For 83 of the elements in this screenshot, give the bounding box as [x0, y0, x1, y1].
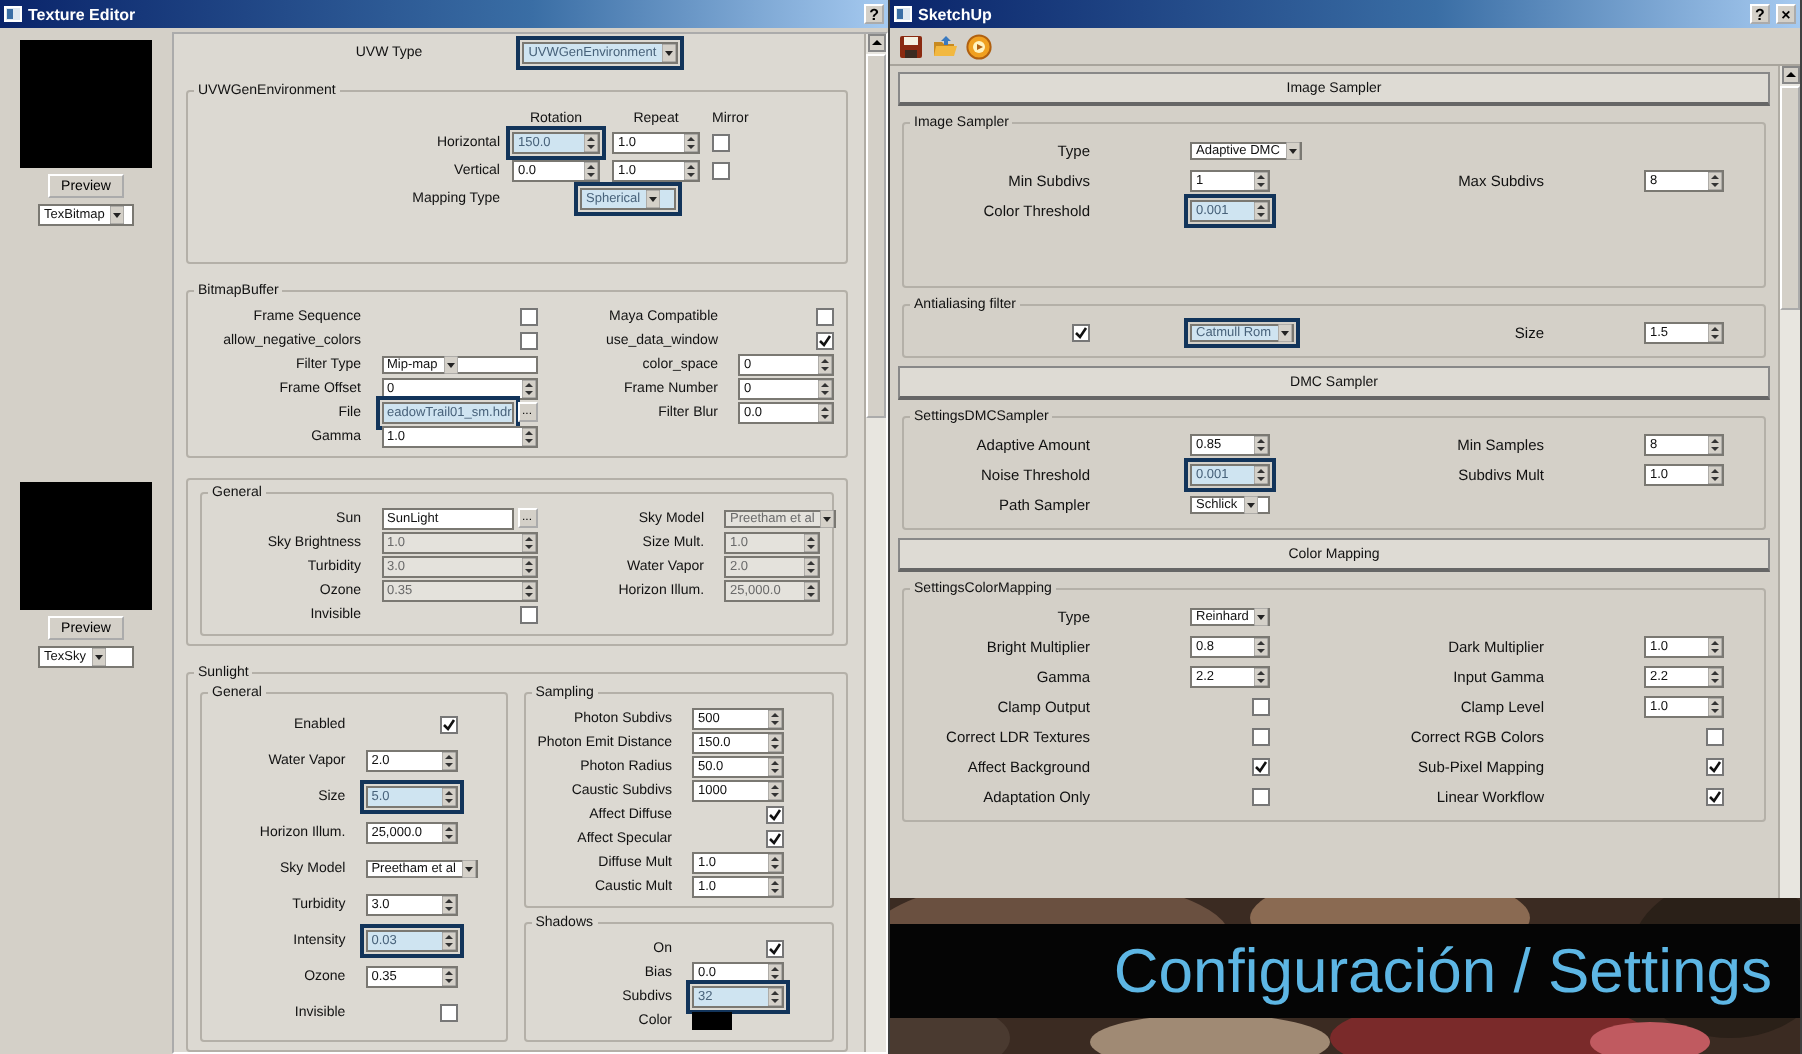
spinner-arrows-icon[interactable] [521, 379, 535, 397]
checkbox[interactable] [1252, 728, 1270, 746]
spinner-arrows-icon[interactable] [1708, 436, 1722, 454]
dropdown-arrow-icon[interactable] [1243, 496, 1258, 514]
checkbox[interactable] [439, 715, 458, 734]
dropdown-arrow-icon[interactable] [461, 859, 476, 878]
spinner-arrows-icon[interactable] [584, 162, 598, 180]
title-bar-button[interactable]: × [1776, 4, 1796, 24]
dropdown-arrow-icon[interactable] [1254, 608, 1269, 626]
dropdown-arrow-icon[interactable] [443, 355, 458, 373]
spinner-arrows-icon[interactable] [684, 134, 698, 152]
spinner-arrows-icon[interactable] [818, 355, 833, 373]
spinner-arrows-icon[interactable] [521, 427, 535, 445]
checkbox[interactable] [1706, 788, 1724, 806]
spinner-arrows-icon[interactable] [1708, 668, 1722, 686]
checkbox[interactable] [816, 331, 835, 349]
checkbox[interactable] [766, 805, 785, 823]
spinner-arrows-icon[interactable] [768, 963, 783, 981]
spinner-arrows-icon[interactable] [1254, 172, 1268, 190]
spinner-arrows-icon[interactable] [441, 932, 456, 951]
dropdown-arrow-icon[interactable] [1277, 324, 1292, 342]
checkbox[interactable] [816, 307, 835, 325]
title-bar-button[interactable]: ? [1750, 4, 1770, 24]
spinner-arrows-icon[interactable] [1708, 172, 1722, 190]
dropdown-arrow-icon[interactable] [646, 190, 661, 208]
spinner-arrows-icon[interactable] [1254, 202, 1268, 220]
render-icon[interactable] [966, 33, 993, 59]
spinner-arrows-icon[interactable] [768, 733, 783, 751]
checkbox[interactable] [439, 1004, 458, 1023]
spinner-arrows-icon[interactable] [1254, 638, 1268, 656]
spinner-arrows-icon[interactable] [441, 968, 456, 987]
spinner-arrows-icon[interactable] [684, 162, 698, 180]
checkbox[interactable] [1072, 324, 1090, 342]
checkbox[interactable] [1252, 758, 1270, 776]
spinner-arrows-icon[interactable] [1254, 436, 1268, 454]
spinner-arrows-icon[interactable] [818, 403, 833, 421]
caption-text: Configuración / Settings [1113, 935, 1772, 1007]
scroll-up-icon[interactable] [1781, 66, 1799, 84]
dropdown-arrow-icon[interactable] [110, 206, 125, 224]
checkbox[interactable] [1252, 698, 1270, 716]
spinner-arrows-icon[interactable] [768, 709, 783, 727]
spinner-arrows-icon[interactable] [768, 853, 783, 871]
checkbox[interactable] [1706, 758, 1724, 776]
checkbox[interactable] [1252, 788, 1270, 806]
spinner-arrows-icon[interactable] [818, 379, 833, 397]
checkbox[interactable] [712, 134, 730, 152]
spinner-arrows-icon[interactable] [1254, 466, 1268, 484]
preview-area [20, 40, 152, 168]
title-bar-button[interactable]: ? [864, 4, 885, 24]
window-icon [894, 6, 913, 22]
spinner-arrows-icon[interactable] [1708, 466, 1722, 484]
checkbox[interactable] [519, 331, 537, 349]
scrollbar-thumb[interactable] [1780, 86, 1800, 310]
scrollbar[interactable] [1778, 66, 1800, 898]
spinner-arrows-icon[interactable] [1708, 698, 1722, 716]
dropdown-arrow-icon[interactable] [1285, 142, 1300, 160]
scrollbar-thumb[interactable] [866, 54, 887, 418]
spinner-arrows-icon[interactable] [441, 751, 456, 770]
checkbox[interactable] [519, 307, 537, 325]
window-title: Texture Editor [28, 5, 138, 23]
spinner-arrows-icon[interactable] [441, 787, 456, 806]
spinner-arrows-icon[interactable] [1708, 324, 1722, 342]
spinner-arrows-icon[interactable] [441, 823, 456, 842]
scroll-up-icon[interactable] [867, 34, 886, 52]
preview-area [20, 482, 152, 610]
spinner-arrows-icon[interactable] [768, 987, 783, 1005]
spinner-arrows-icon[interactable] [1254, 668, 1268, 686]
scrollbar[interactable] [864, 34, 887, 1052]
spinner-arrows-icon[interactable] [768, 757, 783, 775]
spinner-arrows-icon[interactable] [768, 877, 783, 895]
checkbox[interactable] [712, 162, 730, 180]
dropdown-arrow-icon[interactable] [91, 648, 106, 666]
spinner-arrows-icon[interactable] [441, 896, 456, 915]
checkbox[interactable] [766, 939, 785, 957]
spinner-arrows-icon[interactable] [1708, 638, 1722, 656]
checkbox[interactable] [766, 829, 785, 847]
window-icon [4, 6, 22, 22]
checkbox[interactable] [1706, 728, 1724, 746]
checkbox[interactable] [519, 605, 537, 623]
spinner-arrows-icon[interactable] [584, 134, 598, 152]
dropdown-arrow-icon[interactable] [662, 44, 677, 62]
spinner-arrows-icon[interactable] [768, 781, 783, 799]
window-title: SketchUp [918, 5, 994, 23]
